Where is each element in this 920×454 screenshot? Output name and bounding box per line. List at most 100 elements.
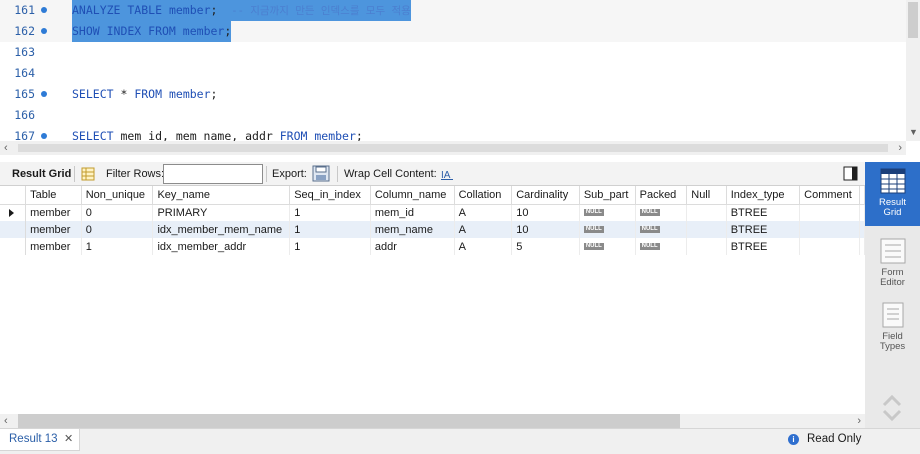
column-header[interactable]: Packed bbox=[635, 186, 688, 205]
table-cell[interactable]: member bbox=[25, 221, 82, 238]
table-cell[interactable]: 1 bbox=[81, 238, 154, 255]
table-cell[interactable] bbox=[686, 221, 727, 238]
grid-horizontal-scrollbar[interactable]: ‹ › bbox=[0, 414, 865, 428]
code-token: ANALYZE TABLE bbox=[72, 3, 163, 17]
table-cell[interactable]: 10 bbox=[511, 204, 580, 221]
scroll-left-icon[interactable]: ‹ bbox=[4, 414, 8, 428]
row-selector[interactable] bbox=[0, 238, 27, 255]
close-icon[interactable]: ✕ bbox=[64, 429, 73, 449]
result-tab[interactable]: Result 13 ✕ bbox=[0, 429, 80, 451]
column-header[interactable]: Non_unique bbox=[81, 186, 154, 205]
table-cell[interactable]: addr bbox=[370, 238, 455, 255]
column-header[interactable]: Null bbox=[686, 186, 727, 205]
table-cell[interactable]: PRIMARY bbox=[152, 204, 291, 221]
table-row[interactable]: member 0 idx_member_mem_name 1 mem_name A 10 NU… bbox=[0, 221, 865, 238]
field-types-label: Field Types bbox=[879, 331, 906, 352]
table-cell[interactable]: 1 bbox=[289, 238, 371, 255]
table-cell[interactable]: NULL bbox=[635, 204, 688, 221]
table-cell[interactable]: NULL bbox=[635, 238, 688, 255]
grid-view-icon[interactable] bbox=[81, 167, 95, 181]
column-header[interactable]: Cardinality bbox=[511, 186, 580, 205]
table-cell[interactable]: NULL bbox=[579, 204, 636, 221]
table-cell[interactable]: BTREE bbox=[726, 221, 801, 238]
table-row[interactable]: member 0 PRIMARY 1 mem_id A 10 NULL NULL BTREE bbox=[0, 204, 865, 221]
table-cell[interactable]: A bbox=[454, 204, 513, 221]
column-header[interactable]: Sub_part bbox=[579, 186, 636, 205]
code-line[interactable]: 164 bbox=[0, 63, 906, 84]
column-header[interactable]: Index_type bbox=[726, 186, 801, 205]
table-cell[interactable]: BTREE bbox=[726, 204, 801, 221]
table-cell[interactable]: 10 bbox=[511, 221, 580, 238]
scroll-down-icon[interactable]: ▼ bbox=[909, 127, 918, 137]
result-grid-label: Result Grid bbox=[879, 197, 906, 218]
table-cell[interactable] bbox=[686, 238, 727, 255]
code-line[interactable]: 166 bbox=[0, 105, 906, 126]
table-cell-filler bbox=[859, 221, 865, 238]
table-cell-filler bbox=[859, 204, 865, 221]
scrollbar-thumb[interactable] bbox=[18, 144, 888, 152]
result-table: Table Non_unique Key_name Seq_in_index Colum… bbox=[0, 186, 865, 255]
wrap-cell-content-label: Wrap Cell Content: bbox=[344, 168, 437, 180]
table-cell[interactable]: idx_member_addr bbox=[152, 238, 291, 255]
code-line[interactable]: 161 ANALYZE TABLE member; -- 지금까지 만든 인덱스를… bbox=[0, 0, 906, 22]
field-types-button[interactable]: Field Types bbox=[865, 296, 920, 360]
sql-editor[interactable]: 161 ANALYZE TABLE member; -- 지금까지 만든 인덱스를… bbox=[0, 0, 920, 141]
table-cell[interactable] bbox=[799, 238, 860, 255]
column-header[interactable]: Table bbox=[25, 186, 82, 205]
code-text: SHOW INDEX FROM member; bbox=[72, 21, 232, 42]
wrap-cell-icon[interactable]: IA bbox=[440, 167, 454, 181]
table-cell[interactable]: 5 bbox=[511, 238, 580, 255]
table-cell[interactable]: A bbox=[454, 221, 513, 238]
table-cell[interactable]: NULL bbox=[579, 221, 636, 238]
code-line[interactable]: 162 SHOW INDEX FROM member; bbox=[0, 21, 906, 42]
result-grid-tab-label[interactable]: Result Grid bbox=[12, 162, 71, 186]
panel-scroll-arrows-icon[interactable] bbox=[865, 388, 920, 428]
code-line[interactable]: 165 SELECT * FROM member; bbox=[0, 84, 906, 105]
column-header[interactable]: Comment bbox=[799, 186, 860, 205]
statement-marker-icon bbox=[41, 133, 47, 139]
table-cell[interactable]: 1 bbox=[289, 204, 371, 221]
table-cell[interactable] bbox=[799, 221, 860, 238]
table-cell[interactable]: mem_name bbox=[370, 221, 455, 238]
code-line[interactable]: 163 bbox=[0, 42, 906, 63]
export-icon[interactable] bbox=[312, 165, 330, 182]
toggle-panel-icon[interactable] bbox=[843, 166, 858, 181]
code-token: SHOW INDEX FROM bbox=[72, 24, 176, 38]
table-cell[interactable]: 0 bbox=[81, 204, 154, 221]
editor-vertical-scrollbar[interactable]: ▼ bbox=[906, 0, 920, 141]
scrollbar-thumb[interactable] bbox=[18, 414, 680, 428]
result-grid[interactable]: Table Non_unique Key_name Seq_in_index Colum… bbox=[0, 186, 865, 414]
table-cell[interactable]: member bbox=[25, 238, 82, 255]
result-grid-button[interactable]: Result Grid bbox=[865, 162, 920, 226]
row-selector[interactable] bbox=[0, 221, 27, 238]
column-header[interactable]: Column_name bbox=[370, 186, 455, 205]
table-row[interactable]: member 1 idx_member_addr 1 addr A 5 NULL NULL BTR… bbox=[0, 238, 865, 255]
table-cell[interactable] bbox=[686, 204, 727, 221]
scroll-right-icon[interactable]: › bbox=[898, 141, 902, 155]
scroll-right-icon[interactable]: › bbox=[857, 414, 861, 428]
column-header[interactable]: Key_name bbox=[152, 186, 291, 205]
divider bbox=[74, 166, 75, 182]
table-cell[interactable] bbox=[799, 204, 860, 221]
scroll-left-icon[interactable]: ‹ bbox=[4, 141, 8, 155]
column-header[interactable]: Collation bbox=[454, 186, 513, 205]
table-cell[interactable]: 0 bbox=[81, 221, 154, 238]
line-number: 166 bbox=[14, 108, 35, 122]
row-selector[interactable] bbox=[0, 204, 27, 221]
scrollbar-thumb[interactable] bbox=[908, 2, 918, 38]
column-header[interactable]: Seq_in_index bbox=[289, 186, 371, 205]
editor-horizontal-scrollbar[interactable]: ‹ › bbox=[0, 141, 906, 155]
table-cell[interactable]: member bbox=[25, 204, 82, 221]
code-token: member bbox=[314, 129, 356, 141]
table-cell[interactable]: idx_member_mem_name bbox=[152, 221, 291, 238]
table-cell[interactable]: NULL bbox=[635, 221, 688, 238]
table-cell[interactable]: 1 bbox=[289, 221, 371, 238]
code-line[interactable]: 167 SELECT mem_id, mem_name, addr FROM me… bbox=[0, 126, 906, 141]
form-editor-button[interactable]: Form Editor bbox=[865, 232, 920, 296]
table-cell[interactable]: BTREE bbox=[726, 238, 801, 255]
status-bar: Result 13 ✕ i Read Only bbox=[0, 428, 920, 454]
table-cell[interactable]: NULL bbox=[579, 238, 636, 255]
table-cell[interactable]: A bbox=[454, 238, 513, 255]
filter-rows-input[interactable] bbox=[163, 164, 263, 184]
table-cell[interactable]: mem_id bbox=[370, 204, 455, 221]
